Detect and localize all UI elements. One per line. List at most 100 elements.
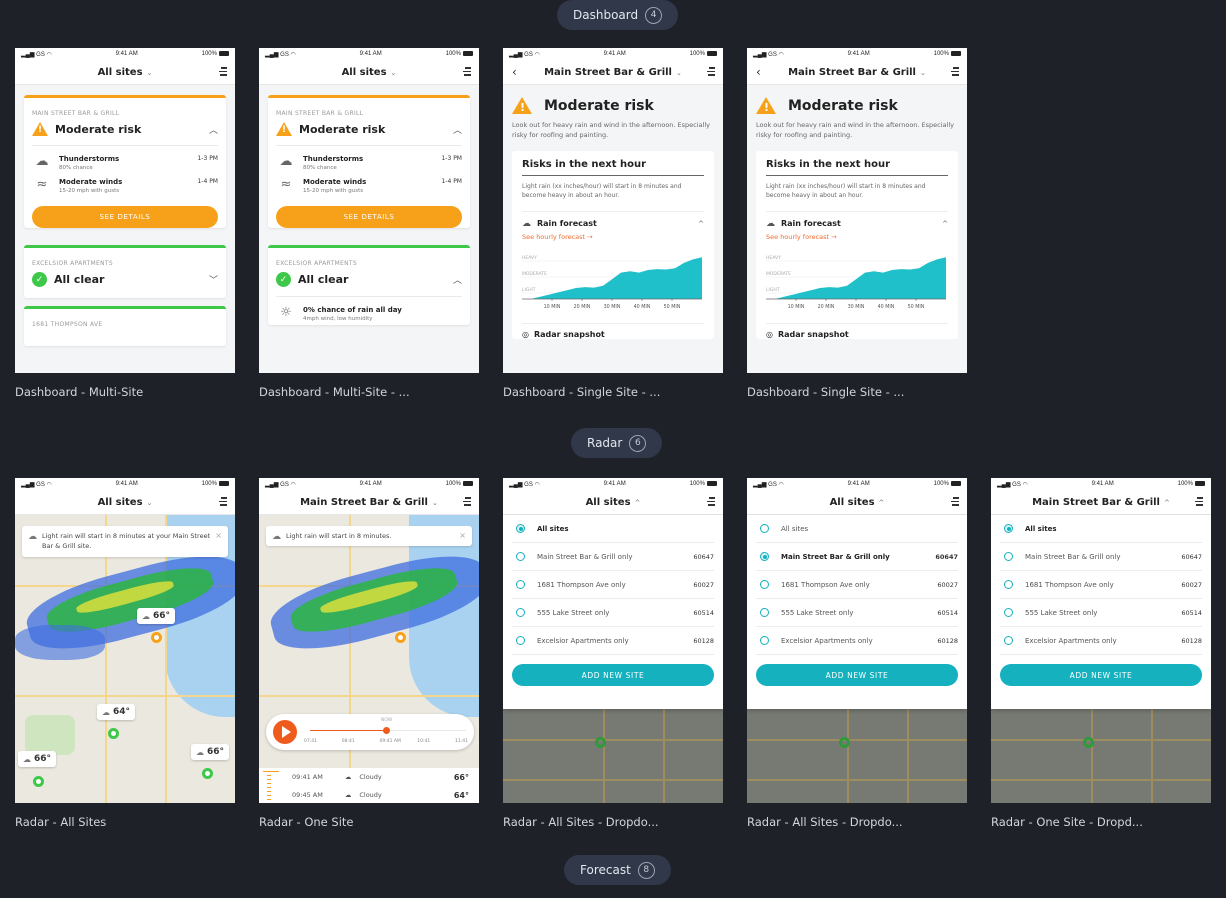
site-option[interactable]: Main Street Bar & Grill only 60647 — [1000, 543, 1202, 571]
timeline-tick: 09:41 AM — [379, 739, 401, 744]
site-option[interactable]: 1681 Thompson Ave only 60027 — [756, 571, 958, 599]
menu-icon[interactable] — [707, 497, 715, 508]
menu-icon[interactable] — [951, 67, 959, 78]
radio-button[interactable] — [1004, 636, 1013, 645]
radio-button[interactable] — [1004, 524, 1013, 533]
temp-tag[interactable]: ☁ 64° — [97, 704, 136, 720]
site-pin[interactable] — [108, 728, 119, 739]
site-option[interactable]: 1681 Thompson Ave only 60027 — [1000, 571, 1202, 599]
site-selector[interactable]: Main Street Bar & Grill ^ — [1032, 497, 1170, 508]
radio-button[interactable] — [1004, 580, 1013, 589]
hourly-row[interactable]: 09:41 AM ☁ Cloudy 66° — [259, 768, 479, 786]
artboard-radar-all-sites-dropdown-alt[interactable]: ▂▄▆ GS ◠ 9:41 AM 100% All sites ^ All sit… — [747, 478, 967, 803]
site-selector[interactable]: All sites ^ — [830, 497, 885, 508]
back-icon[interactable]: ‹ — [756, 65, 761, 79]
chevron-down-icon[interactable]: ﹀ — [209, 273, 218, 286]
close-icon[interactable]: × — [215, 530, 222, 543]
menu-icon[interactable] — [219, 67, 227, 78]
chevron-up-icon[interactable]: ︿ — [453, 123, 462, 136]
site-selector[interactable]: Main Street Bar & Grill ⌄ — [300, 497, 438, 508]
site-option[interactable]: All sites — [1000, 515, 1202, 543]
radar-map[interactable] — [259, 515, 479, 803]
artboard-dashboard-multi-site[interactable]: ▂▄▆ GS ◠ 9:41 AM 100% All sites ⌄ MAIN ST… — [15, 48, 235, 373]
radio-button[interactable] — [760, 524, 769, 533]
artboard-dashboard-multi-site-expanded[interactable]: ▂▄▆ GS ◠ 9:41 AM 100% All sites ⌄ MAIN ST… — [259, 48, 479, 373]
add-new-site-button[interactable]: ADD NEW SITE — [1000, 664, 1202, 686]
section-dashboard[interactable]: Dashboard 4 — [557, 0, 679, 30]
hourly-row[interactable]: 09:45 AM ☁ Cloudy 64° — [259, 786, 479, 803]
site-option[interactable]: All sites — [512, 515, 714, 543]
site-option[interactable]: Main Street Bar & Grill only 60647 — [756, 543, 958, 571]
play-button[interactable] — [273, 720, 297, 744]
now-label: NOW — [381, 718, 393, 723]
radio-button[interactable] — [516, 636, 525, 645]
radio-button[interactable] — [516, 580, 525, 589]
menu-icon[interactable] — [707, 67, 715, 78]
menu-icon[interactable] — [219, 497, 227, 508]
see-details-button[interactable]: SEE DETAILS — [32, 206, 218, 228]
rain-forecast-header[interactable]: ☁ Rain forecast ^ — [522, 212, 704, 229]
rain-forecast-header[interactable]: ☁ Rain forecast ^ — [766, 212, 948, 229]
site-selector[interactable]: Main Street Bar & Grill ⌄ — [544, 67, 682, 78]
artboard-radar-one-site[interactable]: ▂▄▆ GS ◠ 9:41 AM 100% Main Street Bar & … — [259, 478, 479, 803]
hourly-forecast-link[interactable]: See hourly forecast → — [766, 233, 948, 241]
site-pin[interactable] — [395, 632, 406, 643]
radio-button[interactable] — [516, 608, 525, 617]
site-option[interactable]: Main Street Bar & Grill only 60647 — [512, 543, 714, 571]
radio-button[interactable] — [516, 524, 525, 533]
site-option-label: 1681 Thompson Ave only — [781, 580, 870, 589]
radio-button[interactable] — [1004, 552, 1013, 561]
section-forecast[interactable]: Forecast 8 — [564, 855, 671, 885]
chevron-up-icon[interactable]: ︿ — [209, 123, 218, 136]
artboard-radar-all-sites-dropdown[interactable]: ▂▄▆ GS ◠ 9:41 AM 100% All sites ^ All sit… — [503, 478, 723, 803]
site-selector[interactable]: All sites ⌄ — [98, 497, 153, 508]
temp-tag[interactable]: ☁ 66° — [137, 608, 176, 624]
radar-snapshot-header[interactable]: ◎ Radar snapshot — [522, 322, 704, 339]
artboard-radar-one-site-dropdown[interactable]: ▂▄▆ GS ◠ 9:41 AM 100% Main Street Bar & … — [991, 478, 1211, 803]
site-selector[interactable]: Main Street Bar & Grill ⌄ — [788, 67, 926, 78]
radio-button[interactable] — [760, 608, 769, 617]
y-level-label: LIGHT — [522, 287, 536, 293]
site-option[interactable]: 555 Lake Street only 60514 — [756, 599, 958, 627]
menu-icon[interactable] — [463, 497, 471, 508]
site-option[interactable]: 1681 Thompson Ave only 60027 — [512, 571, 714, 599]
y-level-label: HEAVY — [522, 255, 537, 261]
add-new-site-button[interactable]: ADD NEW SITE — [756, 664, 958, 686]
hourly-forecast-link[interactable]: See hourly forecast → — [522, 233, 704, 241]
radar-snapshot-header[interactable]: ◎ Radar snapshot — [766, 322, 948, 339]
site-option[interactable]: 555 Lake Street only 60514 — [1000, 599, 1202, 627]
radio-button[interactable] — [760, 552, 769, 561]
site-option[interactable]: Excelsior Apartments only 60128 — [1000, 627, 1202, 655]
battery: 100% — [934, 480, 961, 487]
site-option[interactable]: Excelsior Apartments only 60128 — [512, 627, 714, 655]
see-details-button[interactable]: SEE DETAILS — [276, 206, 462, 228]
radio-button[interactable] — [760, 580, 769, 589]
chevron-up-icon[interactable]: ︿ — [453, 273, 462, 286]
site-pin[interactable] — [151, 632, 162, 643]
site-option[interactable]: All sites — [756, 515, 958, 543]
menu-icon[interactable] — [463, 67, 471, 78]
artboard-radar-all-sites[interactable]: ▂▄▆ GS ◠ 9:41 AM 100% All sites ⌄ ☁ Light… — [15, 478, 235, 803]
site-option[interactable]: 555 Lake Street only 60514 — [512, 599, 714, 627]
back-icon[interactable]: ‹ — [512, 65, 517, 79]
radio-button[interactable] — [516, 552, 525, 561]
rain-chart: HEAVY MODERATE LIGHT 10 MIN 20 MIN 30 MIN 40 M… — [522, 249, 704, 317]
site-selector[interactable]: All sites ⌄ — [98, 67, 153, 78]
site-option[interactable]: Excelsior Apartments only 60128 — [756, 627, 958, 655]
temp-tag[interactable]: ☁ 66° — [18, 751, 57, 767]
timeline-scrubber[interactable] — [382, 727, 390, 734]
artboard-dashboard-single-site[interactable]: ▂▄▆ GS ◠ 9:41 AM 100% ‹ Main Street Bar … — [503, 48, 723, 373]
menu-icon[interactable] — [1195, 497, 1203, 508]
radio-button[interactable] — [760, 636, 769, 645]
site-pin[interactable] — [33, 776, 44, 787]
section-radar[interactable]: Radar 6 — [571, 428, 663, 458]
temp-tag[interactable]: ☁ 66° — [191, 744, 230, 760]
site-selector[interactable]: All sites ⌄ — [342, 67, 397, 78]
radio-button[interactable] — [1004, 608, 1013, 617]
close-icon[interactable]: × — [459, 530, 466, 543]
add-new-site-button[interactable]: ADD NEW SITE — [512, 664, 714, 686]
site-pin[interactable] — [202, 768, 213, 779]
site-selector[interactable]: All sites ^ — [586, 497, 641, 508]
artboard-dashboard-single-site-alt[interactable]: ▂▄▆ GS ◠ 9:41 AM 100% ‹ Main Street Bar … — [747, 48, 967, 373]
menu-icon[interactable] — [951, 497, 959, 508]
